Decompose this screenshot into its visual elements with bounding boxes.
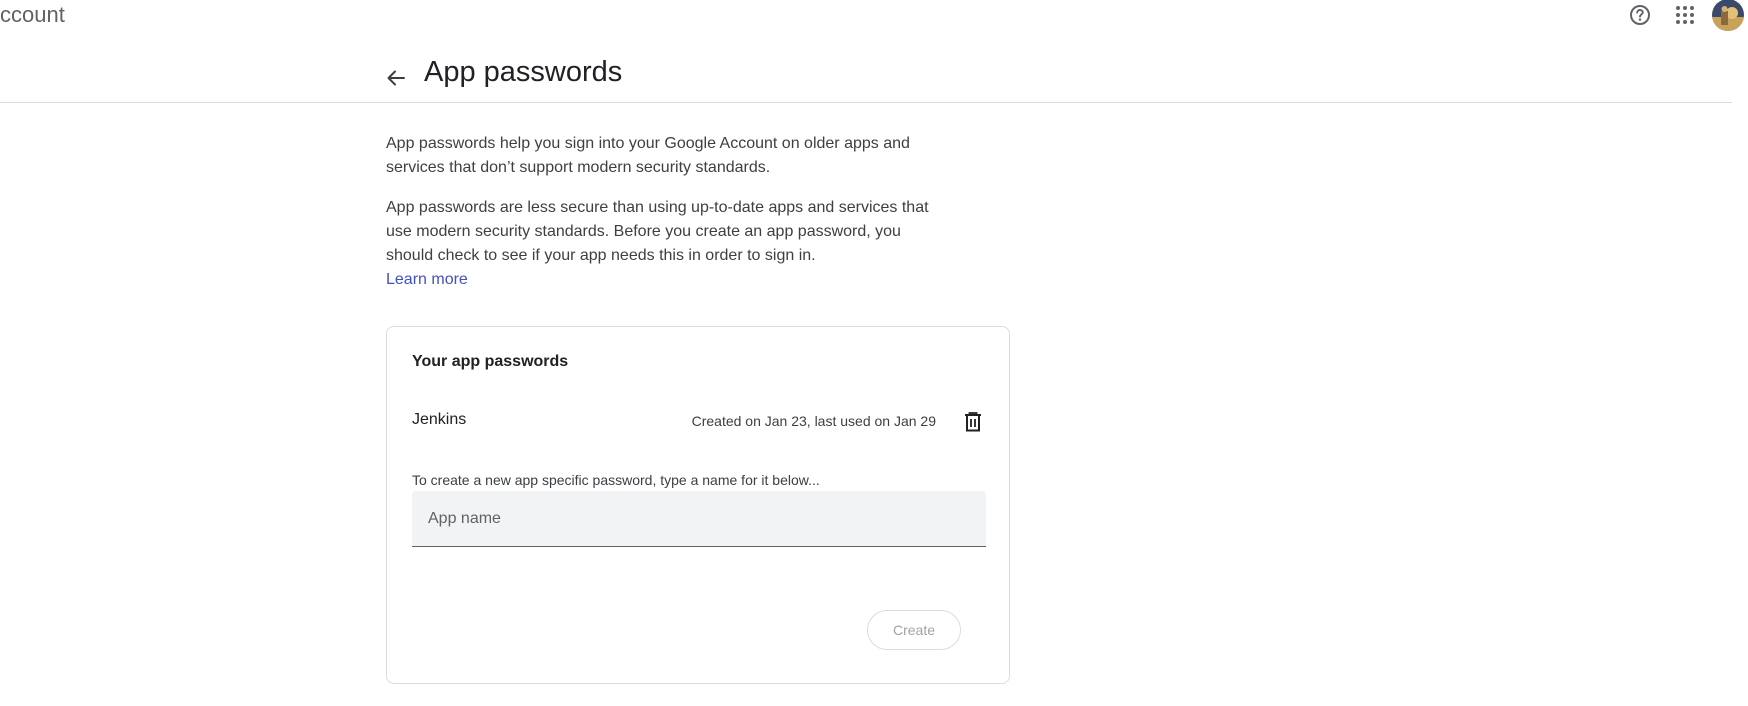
intro-section: App passwords help you sign into your Go… [386, 132, 946, 292]
trash-icon[interactable] [960, 409, 986, 435]
app-name-input[interactable] [412, 491, 986, 547]
apps-grid-icon[interactable] [1675, 5, 1695, 25]
top-icons [1588, 0, 1748, 31]
page-title: App passwords [424, 56, 623, 88]
create-hint: To create a new app specific password, t… [412, 472, 820, 488]
top-bar: ccount [0, 0, 1748, 31]
page-header: App passwords [0, 44, 1732, 103]
warning-paragraph: App passwords are less secure than using… [386, 199, 929, 264]
list-item: Jenkins Created on Jan 23, last used on … [412, 409, 986, 439]
card-title: Your app passwords [412, 353, 569, 370]
arrow-left-icon[interactable] [380, 62, 412, 94]
learn-more-link[interactable]: Learn more [386, 268, 468, 292]
intro-paragraph: App passwords help you sign into your Go… [386, 135, 910, 176]
create-button[interactable]: Create [867, 610, 961, 650]
app-password-name: Jenkins [412, 411, 467, 428]
app-passwords-card: Your app passwords Jenkins Created on Ja… [386, 326, 1010, 684]
app-password-meta: Created on Jan 23, last used on Jan 29 [691, 413, 936, 429]
brand-text: ccount [0, 2, 65, 27]
help-icon[interactable] [1629, 4, 1651, 26]
avatar[interactable] [1712, 0, 1744, 31]
